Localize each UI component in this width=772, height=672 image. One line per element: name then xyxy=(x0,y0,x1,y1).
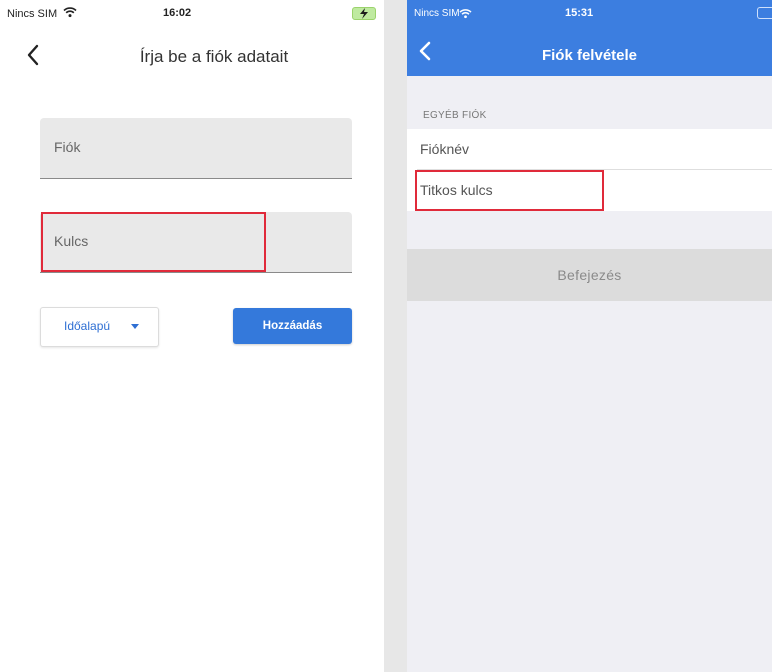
account-name-field[interactable]: Fiók xyxy=(40,118,352,179)
battery-icon xyxy=(757,7,772,19)
battery-charging-icon xyxy=(352,7,376,20)
status-time: 15:31 xyxy=(565,7,594,19)
right-screen: Nincs SIM 15:31 Fiók felvétele EGYÉB FIÓ… xyxy=(407,0,772,672)
key-field-highlight xyxy=(41,212,266,272)
caret-down-icon xyxy=(131,324,139,329)
left-screen: Nincs SIM 16:02 Írja be a fiók adatait F… xyxy=(0,0,384,672)
carrier-label: Nincs SIM xyxy=(7,8,58,20)
key-type-dropdown[interactable]: Időalapú xyxy=(40,307,159,347)
status-bar: Nincs SIM 16:02 xyxy=(0,0,384,30)
section-header: EGYÉB FIÓK xyxy=(423,110,487,121)
account-name-label: Fióknév xyxy=(420,141,470,157)
account-name-label: Fiók xyxy=(54,139,81,155)
page-title: Írja be a fiók adatait xyxy=(139,47,289,66)
wifi-icon xyxy=(459,6,472,24)
wifi-icon xyxy=(63,6,77,21)
nav-bar: Írja be a fiók adatait xyxy=(0,38,384,78)
account-name-input[interactable]: Fióknév xyxy=(407,129,772,170)
status-time: 16:02 xyxy=(163,7,192,19)
carrier-label: Nincs SIM xyxy=(414,8,460,19)
key-type-value: Időalapú xyxy=(64,319,111,333)
add-button[interactable]: Hozzáadás xyxy=(233,308,352,344)
screen-divider xyxy=(384,0,407,672)
page-title: Fiók felvétele xyxy=(541,47,638,64)
secret-key-highlight xyxy=(415,170,604,211)
nav-header: Nincs SIM 15:31 Fiók felvétele xyxy=(407,0,772,76)
finish-button[interactable]: Befejezés xyxy=(407,249,772,301)
